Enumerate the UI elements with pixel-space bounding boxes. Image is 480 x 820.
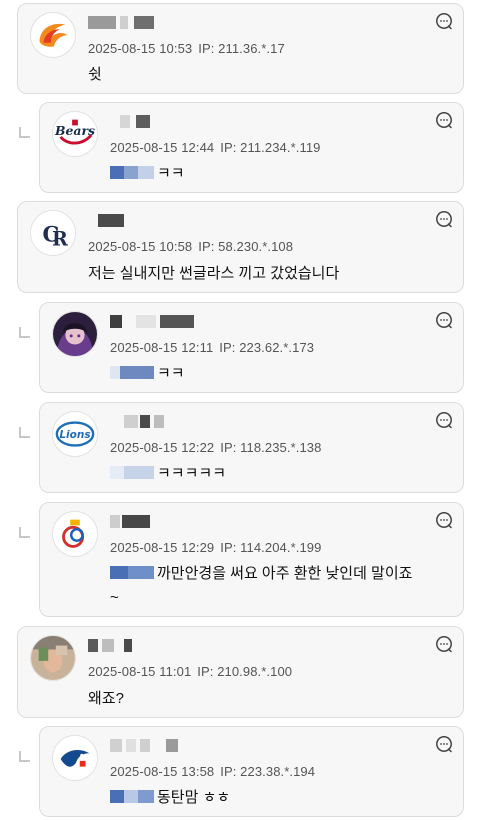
mention-redacted[interactable] xyxy=(110,366,154,379)
comment-body: 동탄맘 ㅎㅎ xyxy=(110,787,230,809)
reply-card: 2025-08-15 12:29 IP: 114.204.*.199 까만안경을 … xyxy=(39,502,464,617)
comment-date: 2025-08-15 10:58 xyxy=(88,239,193,254)
olympic-emblem-icon xyxy=(53,512,97,556)
comment-meta: 2025-08-15 12:29 IP: 114.204.*.199 xyxy=(110,540,321,555)
ck-monogram-icon: C R xyxy=(31,211,75,255)
comment-text: ㅋㅋ xyxy=(157,165,185,182)
comment-ip: IP: 114.204.*.199 xyxy=(220,540,322,555)
anime-character-icon xyxy=(53,312,97,356)
comment-meta: 2025-08-15 11:01 IP: 210.98.*.100 xyxy=(88,664,292,679)
comment-action-icon[interactable] xyxy=(435,511,453,529)
avatar[interactable]: C R xyxy=(30,210,76,256)
comment-ip: IP: 223.38.*.194 xyxy=(220,764,316,779)
mention-redacted[interactable] xyxy=(110,566,154,579)
comment-body: ㅋㅋㅋㅋㅋ xyxy=(110,463,226,485)
comment-action-icon[interactable] xyxy=(435,111,453,129)
avatar[interactable]: Lions xyxy=(52,411,98,457)
reply-indicator-icon xyxy=(19,327,30,338)
reply-card: 2025-08-15 12:11 IP: 223.62.*.173 ㅋㅋ xyxy=(39,302,464,393)
person-photo-icon xyxy=(31,636,75,680)
comment-date: 2025-08-15 12:29 xyxy=(110,540,215,555)
comment-date: 2025-08-15 13:58 xyxy=(110,764,215,779)
comment-text: 동탄맘 ㅎㅎ xyxy=(157,789,231,806)
comment-action-icon[interactable] xyxy=(435,411,453,429)
svg-text:Lions: Lions xyxy=(59,429,90,441)
comment-date: 2025-08-15 11:01 xyxy=(88,664,192,679)
comment-body: ㅋㅋ xyxy=(110,163,185,185)
bears-logo-icon: Bears xyxy=(53,112,97,156)
comment-action-icon[interactable] xyxy=(435,311,453,329)
lions-logo-icon: Lions xyxy=(53,412,97,456)
comment-meta: 2025-08-15 12:44 IP: 211.234.*.119 xyxy=(110,140,321,155)
avatar[interactable] xyxy=(52,311,98,357)
comment-date: 2025-08-15 12:22 xyxy=(110,440,215,455)
comment-card: 2025-08-15 10:53 IP: 211.36.*.17 쉿 xyxy=(17,3,464,94)
comment-text: 왜죠? xyxy=(88,690,124,707)
comment-ip: IP: 223.62.*.173 xyxy=(219,340,315,355)
comment-card: 2025-08-15 11:01 IP: 210.98.*.100 왜죠? xyxy=(17,626,464,718)
reply-indicator-icon xyxy=(19,527,30,538)
reply-indicator-icon xyxy=(19,751,30,762)
avatar[interactable]: Bears xyxy=(52,111,98,157)
reply-card: 2025-08-15 13:58 IP: 223.38.*.194 동탄맘 ㅎㅎ xyxy=(39,726,464,817)
avatar[interactable] xyxy=(30,12,76,58)
comment-meta: 2025-08-15 10:53 IP: 211.36.*.17 xyxy=(88,41,285,56)
comment-body: 까만안경을 써요 아주 환한 낮인데 말이죠 xyxy=(110,563,412,585)
comment-action-icon[interactable] xyxy=(435,735,453,753)
comment-meta: 2025-08-15 10:58 IP: 58.230.*.108 xyxy=(88,239,293,254)
avatar[interactable] xyxy=(52,511,98,557)
comment-meta: 2025-08-15 12:11 IP: 223.62.*.173 xyxy=(110,340,314,355)
reply-card: Bears 2025-08-15 12:44 IP: 211.234.*.119 … xyxy=(39,102,464,193)
comment-ip: IP: 211.36.*.17 xyxy=(198,41,285,56)
comment-ip: IP: 210.98.*.100 xyxy=(197,664,293,679)
reply-card: Lions 2025-08-15 12:22 IP: 118.235.*.138 … xyxy=(39,402,464,493)
comment-action-icon[interactable] xyxy=(435,210,453,228)
reply-indicator-icon xyxy=(19,127,30,138)
mention-redacted[interactable] xyxy=(110,466,154,479)
comment-text: 저는 실내지만 썬글라스 끼고 갔었습니다 xyxy=(88,265,340,282)
comment-ip: IP: 58.230.*.108 xyxy=(198,239,294,254)
comment-meta: 2025-08-15 13:58 IP: 223.38.*.194 xyxy=(110,764,315,779)
comment-date: 2025-08-15 10:53 xyxy=(88,41,193,56)
avatar[interactable] xyxy=(30,635,76,681)
comment-date: 2025-08-15 12:44 xyxy=(110,140,215,155)
comment-ip: IP: 118.235.*.138 xyxy=(220,440,322,455)
comment-thread: 2025-08-15 10:53 IP: 211.36.*.17 쉿 Bears … xyxy=(0,0,480,820)
reply-indicator-icon xyxy=(19,427,30,438)
comment-text: 까만안경을 써요 아주 환한 낮인데 말이죠 xyxy=(157,565,413,582)
comment-meta: 2025-08-15 12:22 IP: 118.235.*.138 xyxy=(110,440,321,455)
comment-action-icon[interactable] xyxy=(435,12,453,30)
avatar[interactable] xyxy=(52,735,98,781)
svg-text:R: R xyxy=(52,227,68,250)
comment-text: ㅋㅋㅋㅋㅋ xyxy=(157,465,227,482)
mention-redacted[interactable] xyxy=(110,790,154,803)
comment-date: 2025-08-15 12:11 xyxy=(110,340,214,355)
comment-text-continued: ~ xyxy=(110,589,119,606)
comment-action-icon[interactable] xyxy=(435,635,453,653)
comment-card: C R 2025-08-15 10:58 IP: 58.230.*.108 저는 … xyxy=(17,201,464,293)
flame-emblem-icon xyxy=(31,13,75,57)
comment-text: ㅋㅋ xyxy=(157,365,185,382)
comment-ip: IP: 211.234.*.119 xyxy=(220,140,321,155)
mention-redacted[interactable] xyxy=(110,166,154,179)
comment-text: 쉿 xyxy=(88,66,102,83)
comment-body: ㅋㅋ xyxy=(110,363,185,385)
bluejays-logo-icon xyxy=(53,736,97,780)
